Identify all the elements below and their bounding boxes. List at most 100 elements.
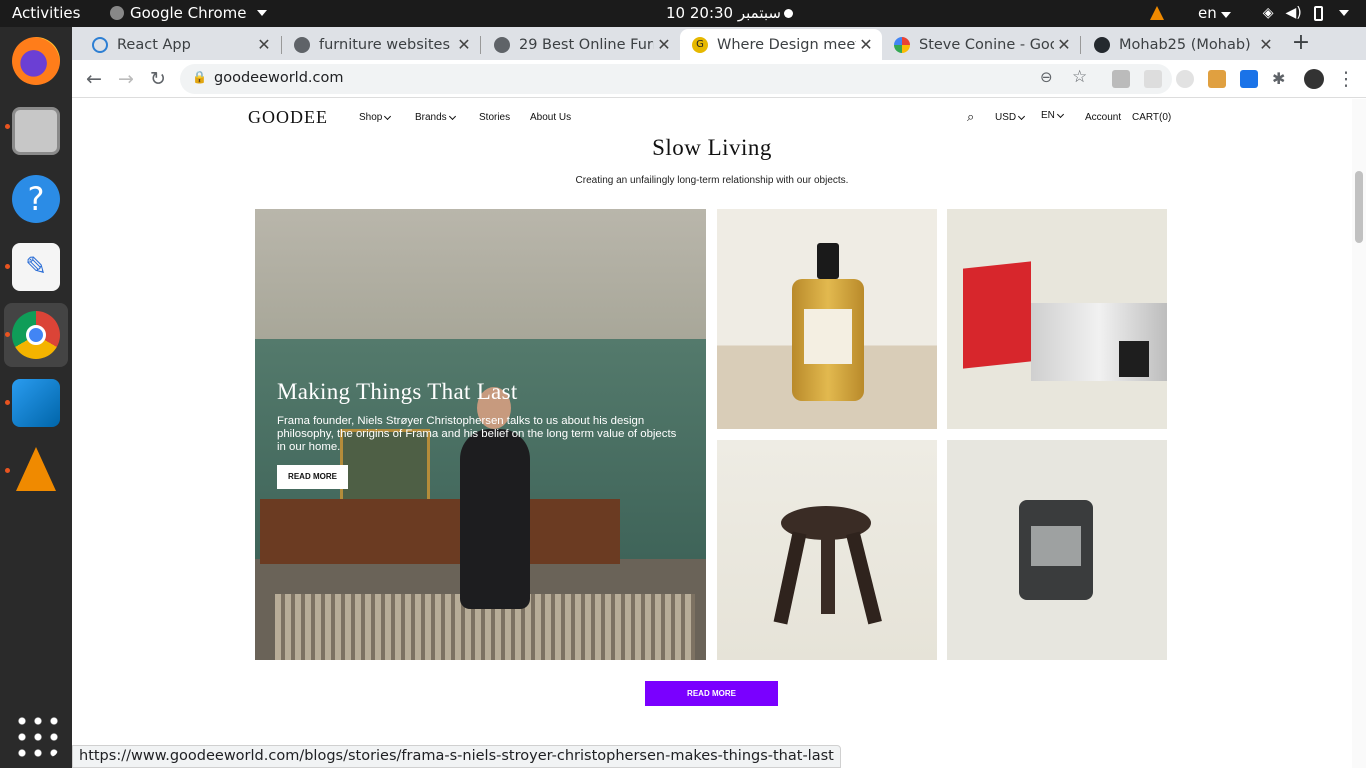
nav-shop[interactable]: Shop [359,112,392,123]
candle-jar-image [1019,500,1093,600]
close-icon[interactable]: ✕ [1256,35,1276,54]
globe-icon [294,36,310,53]
extension-circle-icon[interactable] [1176,70,1194,88]
show-apps-icon[interactable] [14,713,58,757]
kebab-menu-icon[interactable]: ⋮ [1334,67,1358,91]
tab-steve-conine[interactable]: Steve Conine - Goog ✕ [882,29,1080,60]
search-icon[interactable]: ⌕ [967,109,974,125]
close-icon[interactable]: ✕ [856,35,876,54]
close-icon[interactable]: ✕ [254,35,274,54]
hero-text: Frama founder, Niels Strøyer Christopher… [277,415,677,453]
bookmark-star-icon[interactable]: ☆ [1072,67,1087,87]
network-icon[interactable]: ◈ [1263,5,1274,21]
url-text: goodeeworld.com [214,70,344,86]
chevron-down-icon[interactable] [1338,10,1349,16]
scrollbar-thumb[interactable] [1355,171,1363,243]
hero-read-more-button[interactable]: READ MORE [277,465,348,489]
forward-button[interactable]: → [114,67,138,91]
vlc-tray-icon[interactable] [1150,6,1164,20]
cart-link[interactable]: CART(0) [1132,112,1171,123]
product-tile-soap[interactable] [717,209,937,429]
nav-about[interactable]: About Us [530,112,571,123]
currency-select[interactable]: USD [995,112,1026,123]
product-tile-stool[interactable] [717,440,937,660]
notification-dot-icon [784,9,793,18]
site-logo[interactable]: GOODEE [248,107,328,128]
chevron-down-icon [448,112,456,120]
chrome-small-icon [110,6,124,20]
tab-title: 29 Best Online Furni [519,36,654,53]
tab-github-mohab[interactable]: Mohab25 (Mohab) · ✕ [1082,29,1282,60]
page-scrollbar[interactable] [1352,99,1366,768]
hero-photo-bench [260,499,620,564]
tab-best-online-furniture[interactable]: 29 Best Online Furni ✕ [482,29,680,60]
language-select[interactable]: EN [1041,110,1064,121]
chevron-down-icon [1056,110,1064,118]
tab-react-app[interactable]: React App ✕ [80,29,280,60]
volume-icon[interactable]: ◀) [1286,5,1302,21]
stool-leg-image [821,536,835,614]
nav-stories[interactable]: Stories [479,112,510,123]
zoom-icon[interactable]: ⊖ [1040,68,1053,86]
extensions-puzzle-icon[interactable]: ✱ [1272,70,1290,88]
tab-title: furniture websites - [319,36,454,53]
lock-icon[interactable]: 🔒 [192,70,207,84]
site-header: GOODEE Shop Brands Stories About Us ⌕ US… [72,99,1352,137]
nav-brands-label: Brands [415,112,447,123]
tab-goodee[interactable]: G Where Design meet ✕ [680,29,882,60]
extension-window-icon[interactable] [1240,70,1258,88]
section-read-more-button[interactable]: READ MORE [645,681,778,706]
profile-avatar[interactable] [1304,69,1324,89]
system-tray[interactable]: en ◈ ◀) [1150,4,1349,22]
tab-title: React App [117,36,191,53]
product-tile-book-candles[interactable] [947,209,1167,429]
language-indicator[interactable]: en [1198,4,1231,22]
activities-button[interactable]: Activities [12,4,80,22]
extension-key-icon[interactable] [1208,70,1226,88]
nav-brands[interactable]: Brands [415,112,456,123]
github-icon [1094,36,1110,53]
tab-strip: React App ✕ furniture websites - ✕ 29 Be… [72,27,1366,60]
hero-title[interactable]: Making Things That Last [277,379,518,405]
currency-label: USD [995,112,1017,123]
browser-toolbar: ← → ↻ 🔒 goodeeworld.com ⊖ ☆ ✱ ⋮ [72,60,1366,98]
soap-bottle-image [792,279,864,401]
firefox-icon[interactable] [12,37,60,85]
language-label: en [1198,4,1217,22]
vlc-icon[interactable] [12,447,60,495]
close-icon[interactable]: ✕ [1054,35,1074,54]
app-menu[interactable]: Google Chrome [110,4,267,22]
product-tile-candle[interactable] [947,440,1167,660]
new-tab-button[interactable]: + [1289,31,1313,55]
running-indicator [5,400,10,405]
hero-photo-person [460,429,530,609]
close-icon[interactable]: ✕ [454,35,474,54]
address-bar[interactable]: 🔒 goodeeworld.com ⊖ ☆ [180,64,1172,94]
help-icon[interactable]: ? [12,175,60,223]
google-icon [894,36,910,53]
section-title: Slow Living [652,135,772,160]
text-editor-icon[interactable]: ✎ [12,243,60,291]
tab-title: Steve Conine - Goog [919,36,1054,53]
language-label: EN [1041,110,1055,121]
extension-grid-icon[interactable] [1144,70,1162,88]
tab-furniture-websites[interactable]: furniture websites - ✕ [282,29,480,60]
eyedropper-extension-icon[interactable] [1112,70,1130,88]
stool-leg-image [773,531,807,625]
running-indicator [5,264,10,269]
reload-button[interactable]: ↻ [146,67,170,91]
clock[interactable]: 10 سبتمبر 20:30 [666,4,781,22]
running-indicator [5,468,10,473]
vscode-icon[interactable] [12,379,60,427]
account-link[interactable]: Account [1085,112,1121,123]
close-icon[interactable]: ✕ [654,35,674,54]
status-bar-url: https://www.goodeeworld.com/blogs/storie… [72,745,841,768]
files-icon[interactable] [12,107,60,155]
goodee-icon: G [692,36,708,53]
hero-story-card[interactable]: Making Things That Last Frama founder, N… [255,209,706,660]
tab-title: Where Design meet [717,36,856,53]
tab-title: Mohab25 (Mohab) · [1119,36,1256,53]
running-indicator [5,124,10,129]
battery-icon[interactable] [1313,5,1323,21]
back-button[interactable]: ← [82,67,106,91]
